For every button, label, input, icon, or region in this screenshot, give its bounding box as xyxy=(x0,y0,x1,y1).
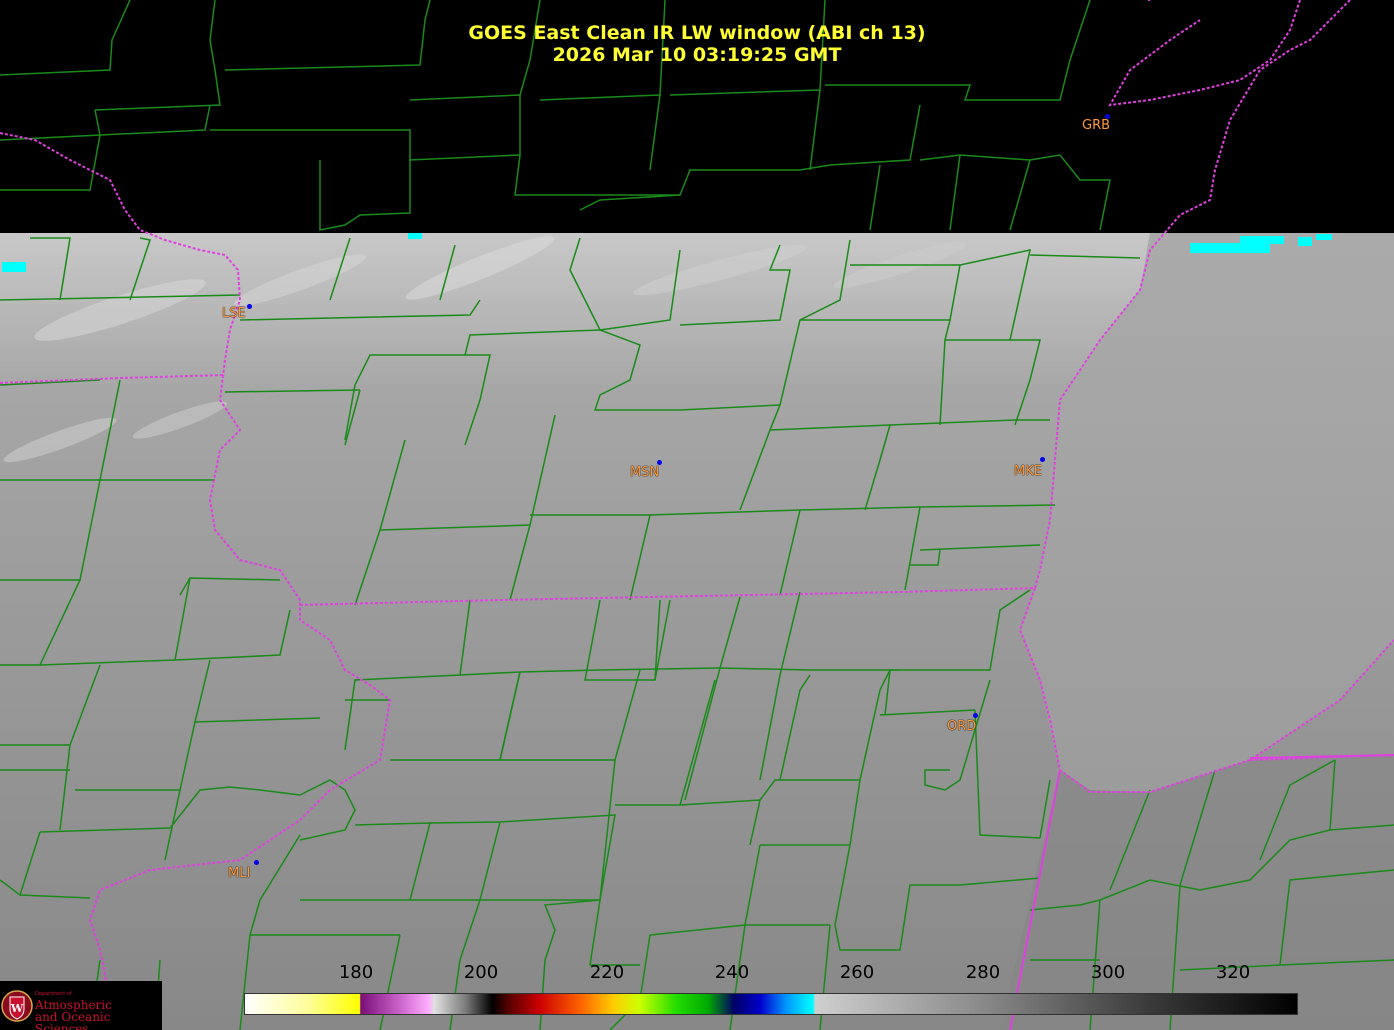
city-label-mke: MKE xyxy=(1014,464,1042,479)
colorbar-tick-label: 220 xyxy=(589,962,625,983)
satellite-image-viewer: GOES East Clean IR LW window (ABI ch 13)… xyxy=(0,0,1394,1030)
southeast-land-darker xyxy=(1000,755,1394,1030)
temperature-colorbar xyxy=(244,993,1298,1015)
map-title-line-2: 2026 Mar 10 03:19:25 GMT xyxy=(552,44,842,66)
city-label-ord: ORD xyxy=(947,719,977,734)
map-title-line-1: GOES East Clean IR LW window (ABI ch 13) xyxy=(468,22,926,44)
city-label-lse: LSE xyxy=(222,306,246,321)
colorbar-tick-label: 240 xyxy=(714,962,750,983)
city-label-grb: GRB xyxy=(1082,118,1111,133)
city-dot-mke xyxy=(1040,457,1045,462)
aos-department-logo: W Department of Atmospheric and Oceanic … xyxy=(0,981,162,1030)
colorbar-tick-label: 180 xyxy=(338,962,374,983)
colorbar-tick-label: 260 xyxy=(839,962,875,983)
colorbar-tick-label: 320 xyxy=(1215,962,1251,983)
uw-crest-icon: W xyxy=(1,990,33,1022)
colorbar-tick-label: 200 xyxy=(463,962,499,983)
svg-text:W: W xyxy=(10,1002,24,1015)
logo-department-text: Department of xyxy=(35,991,72,997)
colorbar-tick-label: 280 xyxy=(965,962,1001,983)
city-label-mli: MLI xyxy=(228,866,251,881)
city-dot-ord xyxy=(973,713,978,718)
city-label-msn: MSN xyxy=(630,465,660,480)
ir-satellite-map xyxy=(0,0,1394,1030)
colorbar-tick-label: 300 xyxy=(1090,962,1126,983)
city-dot-lse xyxy=(247,304,252,309)
city-dot-mli xyxy=(254,860,259,865)
logo-line-2: and Oceanic Sciences xyxy=(35,1010,111,1030)
